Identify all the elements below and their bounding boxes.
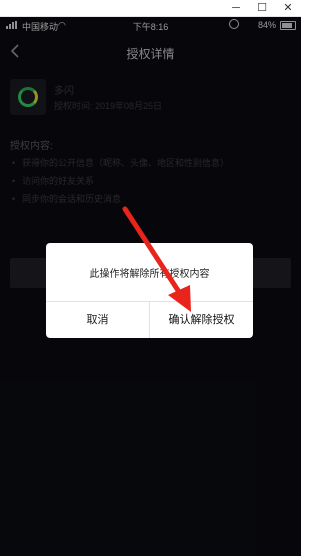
minimize-button[interactable]: ─ — [223, 0, 249, 16]
maximize-button[interactable]: ☐ — [249, 0, 275, 16]
dialog-message: 此操作将解除所有授权内容 — [89, 269, 210, 280]
confirm-dialog: 此操作将解除所有授权内容 取消 确认解除授权 — [46, 243, 253, 338]
cancel-button[interactable]: 取消 — [46, 302, 149, 338]
confirm-revoke-button[interactable]: 确认解除授权 — [150, 302, 253, 338]
window-title-bar: ─ ☐ ✕ — [0, 0, 301, 17]
close-button[interactable]: ✕ — [275, 0, 301, 16]
phone-screen: 中国移动 ◠ 下午8:16 84% 授权详情 多闪 授权时间: 2019年08月… — [0, 17, 301, 556]
